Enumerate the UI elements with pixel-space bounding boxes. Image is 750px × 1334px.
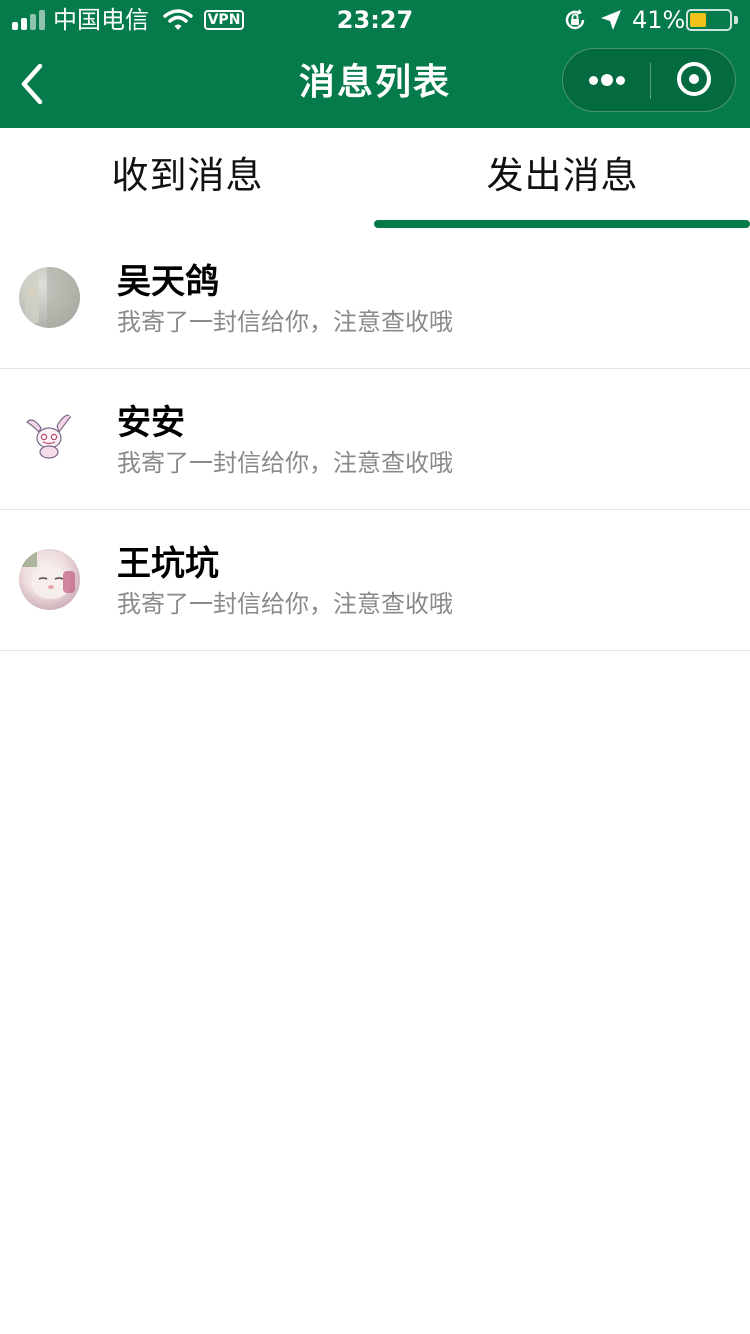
message-list-item[interactable]: 安安 我寄了一封信给你，注意查收哦	[0, 369, 750, 510]
wifi-icon	[163, 9, 193, 30]
active-tab-indicator	[374, 220, 750, 228]
contact-name: 吴天鸽	[117, 262, 219, 302]
location-icon	[601, 10, 621, 30]
page-title: 消息列表	[298, 62, 451, 103]
tab-sent-label: 发出消息	[486, 154, 639, 197]
avatar	[19, 549, 80, 610]
message-list: 吴天鸽 我寄了一封信给你，注意查收哦 安安 我寄了一封信给你，注意查收哦 王坑坑…	[0, 228, 750, 651]
battery-icon	[686, 9, 732, 31]
close-miniprogram-icon	[677, 62, 711, 96]
contact-name: 安安	[117, 403, 185, 443]
tab-received-label: 收到消息	[111, 154, 264, 197]
miniprogram-capsule	[562, 48, 736, 112]
message-list-item[interactable]: 王坑坑 我寄了一封信给你，注意查收哦	[0, 510, 750, 651]
navigation-bar: 消息列表	[0, 40, 750, 128]
battery-percentage: 41%	[632, 6, 686, 34]
back-icon	[21, 63, 43, 105]
tab-received[interactable]: 收到消息	[0, 128, 375, 228]
avatar	[19, 267, 80, 328]
vpn-icon: VPN	[204, 10, 244, 30]
message-list-item[interactable]: 吴天鸽 我寄了一封信给你，注意查收哦	[0, 228, 750, 369]
avatar	[19, 408, 80, 469]
message-preview: 我寄了一封信给你，注意查收哦	[117, 308, 453, 336]
message-preview: 我寄了一封信给你，注意查收哦	[117, 449, 453, 477]
rotation-lock-icon	[565, 9, 585, 30]
contact-name: 王坑坑	[117, 544, 219, 584]
tab-sent[interactable]: 发出消息	[375, 128, 750, 228]
battery-tip	[734, 16, 738, 24]
carrier-name: 中国电信	[53, 6, 149, 34]
status-bar: 中国电信 VPN 23:27 41%	[0, 0, 750, 40]
tab-bar: 收到消息 发出消息	[0, 128, 750, 228]
top-bar: 中国电信 VPN 23:27 41% 消息列表	[0, 0, 750, 128]
close-miniprogram-button[interactable]	[651, 49, 737, 111]
message-preview: 我寄了一封信给你，注意查收哦	[117, 590, 453, 618]
more-button[interactable]	[563, 49, 650, 111]
signal-icon	[12, 10, 46, 30]
battery-level	[690, 13, 706, 27]
app-screen: 中国电信 VPN 23:27 41% 消息列表 收到消息 发出消息 吴天鸽 我寄…	[0, 0, 750, 1334]
back-button[interactable]	[14, 60, 54, 108]
status-time: 23:27	[336, 6, 414, 34]
